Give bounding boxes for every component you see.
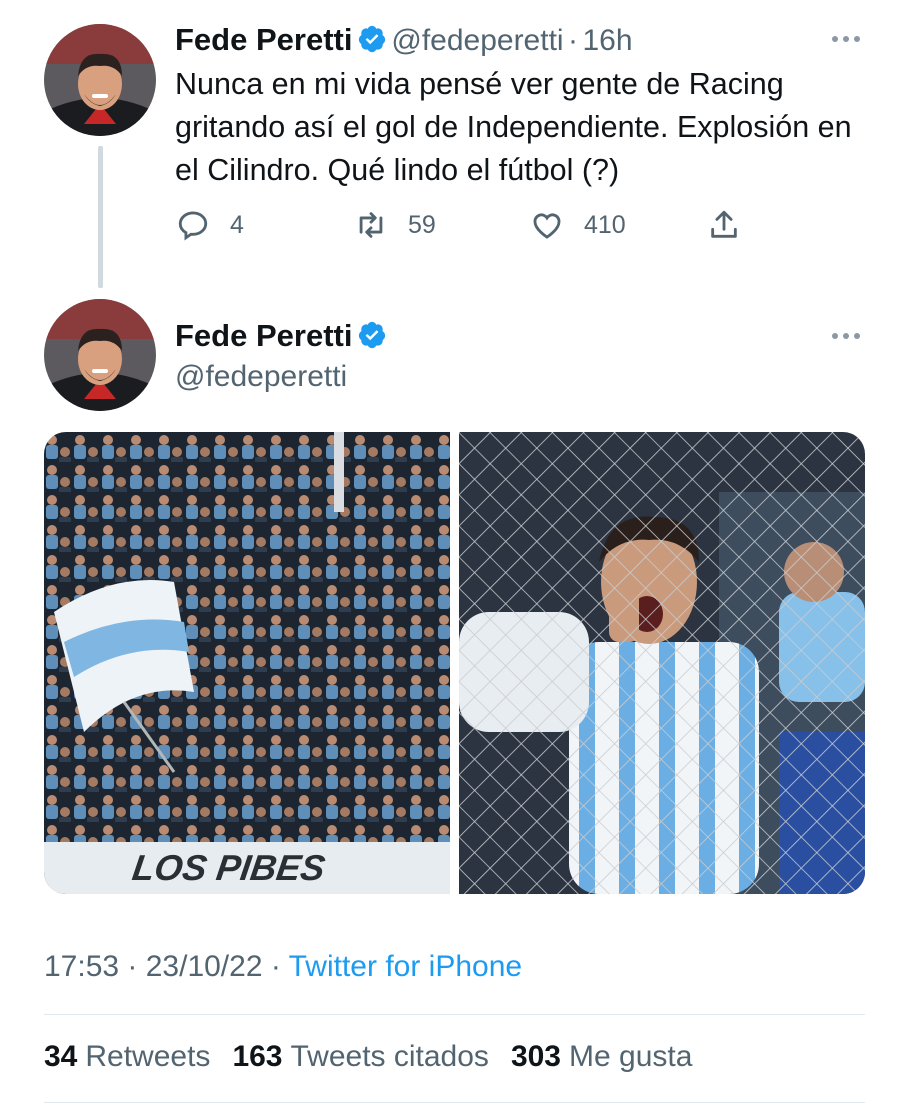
author-name[interactable]: Fede Peretti [175,22,352,57]
tweet2-header: Fede Peretti [175,318,387,354]
tweet1-header: Fede Peretti @fedeperetti · 16h [175,22,633,58]
reply-count: 4 [230,210,244,239]
verified-icon [358,321,386,349]
engagement-stats: 34 Retweets 163 Tweets citados 303 Me gusta [44,1040,692,1074]
author-name[interactable]: Fede Peretti [175,318,352,353]
quotes-label: Tweets citados [290,1040,489,1073]
likes-count: 303 [510,1040,561,1073]
tweet-image-crowd[interactable]: LOS PIBES [44,432,450,894]
like-count: 410 [584,210,626,239]
more-icon[interactable] [830,34,862,44]
source-link[interactable]: Twitter for iPhone [289,950,522,983]
like-icon [533,213,561,239]
quotes-count: 163 [232,1040,283,1073]
banner-text: LOS PIBES [130,847,328,888]
avatar[interactable] [44,24,156,136]
tweet-time[interactable]: 16h [583,24,633,57]
verified-icon [358,25,386,53]
quotes-stat[interactable]: 163 Tweets citados [232,1040,489,1074]
retweets-stat[interactable]: 34 Retweets [44,1040,210,1074]
share-icon [711,210,737,238]
author-handle[interactable]: @fedeperetti [175,360,347,394]
media-grid: LOS PIBES [44,432,865,894]
likes-label: Me gusta [569,1040,693,1073]
retweet-icon [359,212,383,238]
separator: · [568,24,579,57]
retweet-button[interactable]: 59 [354,205,436,245]
tweet-text: Nunca en mi vida pensé ver gente de Raci… [175,67,852,187]
avatar[interactable] [44,299,156,411]
share-button[interactable] [707,205,741,245]
likes-stat[interactable]: 303 Me gusta [511,1040,692,1074]
timestamp[interactable]: 17:53 · 23/10/22 · [44,950,289,983]
reply-button[interactable]: 4 [176,205,244,245]
thread-connector [98,146,103,288]
tweet-image-fan[interactable] [459,432,865,894]
retweets-label: Retweets [85,1040,211,1073]
like-button[interactable]: 410 [530,205,626,245]
tweet-meta: 17:53 · 23/10/22 · Twitter for iPhone [44,950,522,984]
reply-icon [178,211,208,241]
divider [44,1014,865,1015]
retweets-count: 34 [44,1040,78,1073]
divider [44,1102,865,1103]
more-icon[interactable] [830,331,862,341]
author-handle[interactable]: @fedeperetti [391,24,563,57]
retweet-count: 59 [408,210,436,239]
